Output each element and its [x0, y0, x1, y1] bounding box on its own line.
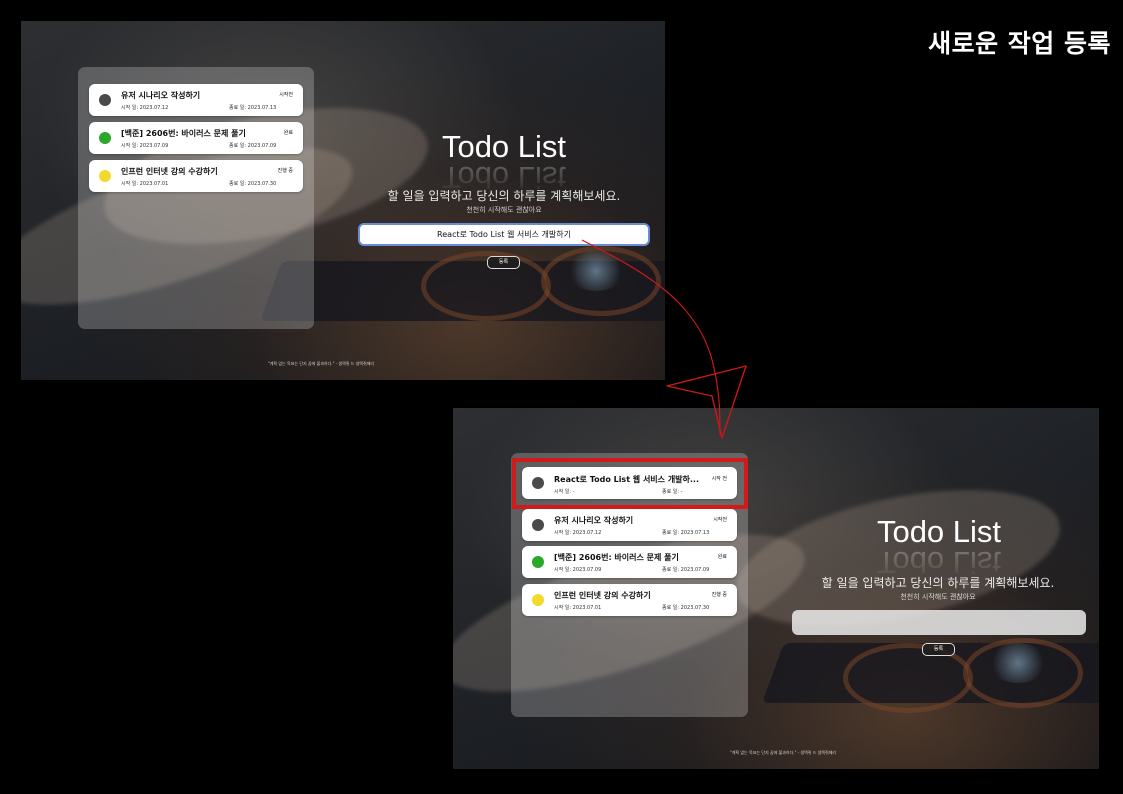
- arrow-icon: [581, 239, 747, 439]
